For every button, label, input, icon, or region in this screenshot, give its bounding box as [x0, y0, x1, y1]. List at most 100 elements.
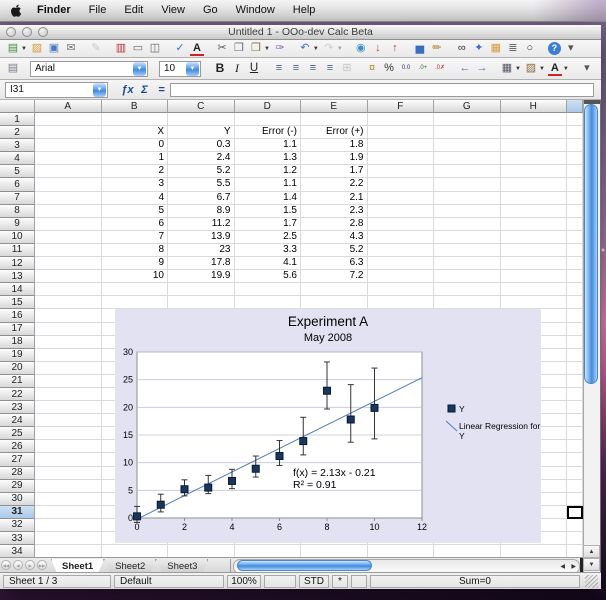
scroll-down-icon[interactable]: ▼: [583, 558, 600, 571]
cell[interactable]: [35, 467, 102, 480]
data-sources-button[interactable]: ≣: [505, 41, 521, 57]
font-color-button[interactable]: A▼: [547, 61, 570, 77]
cell[interactable]: [35, 218, 102, 231]
cell[interactable]: 3.3: [235, 244, 302, 257]
cell[interactable]: 13.9: [168, 231, 235, 244]
cell-cursor[interactable]: [567, 506, 583, 519]
status-slot-7[interactable]: [351, 575, 367, 588]
menu-item-view[interactable]: View: [152, 0, 194, 21]
vertical-split-handle[interactable]: [583, 100, 600, 104]
cell[interactable]: [368, 257, 435, 270]
row-header-9[interactable]: 9: [0, 218, 35, 231]
cell[interactable]: [567, 467, 583, 480]
cell[interactable]: [434, 218, 501, 231]
cell[interactable]: [102, 113, 169, 126]
cell[interactable]: [168, 283, 235, 296]
cell[interactable]: 8: [102, 244, 169, 257]
cell[interactable]: [567, 375, 583, 388]
cell[interactable]: [567, 218, 583, 231]
cell[interactable]: [35, 113, 102, 126]
cell[interactable]: 1.4: [235, 192, 302, 205]
align-justify-button[interactable]: ≡: [322, 61, 338, 77]
cell[interactable]: [368, 296, 435, 309]
row-header-27[interactable]: 27: [0, 453, 35, 466]
cell[interactable]: [434, 165, 501, 178]
select-all-corner[interactable]: [0, 100, 35, 113]
cell[interactable]: [35, 336, 102, 349]
cell[interactable]: [501, 192, 568, 205]
cell[interactable]: [434, 231, 501, 244]
name-box-dropdown-icon[interactable]: ▼: [93, 83, 106, 97]
paste-dropdown-icon[interactable]: ▼: [264, 46, 270, 52]
row-header-20[interactable]: 20: [0, 362, 35, 375]
borders-dropdown-icon[interactable]: ▼: [515, 66, 521, 72]
row-header-28[interactable]: 28: [0, 467, 35, 480]
row-header-10[interactable]: 10: [0, 231, 35, 244]
add-decimal-place-button[interactable]: .0+: [415, 61, 431, 77]
row-header-29[interactable]: 29: [0, 480, 35, 493]
new-document-dropdown-icon[interactable]: ▼: [21, 46, 27, 52]
cell[interactable]: [434, 283, 501, 296]
cell[interactable]: 0: [102, 139, 169, 152]
cell[interactable]: [35, 165, 102, 178]
status-page-style[interactable]: Default: [114, 575, 224, 588]
cell[interactable]: [567, 152, 583, 165]
cell[interactable]: [35, 362, 102, 375]
cell[interactable]: [35, 532, 102, 545]
horizontal-split-handle[interactable]: [580, 558, 583, 573]
cell[interactable]: 7.2: [301, 270, 368, 283]
cell[interactable]: [368, 113, 435, 126]
cell[interactable]: [567, 414, 583, 427]
cell[interactable]: [434, 192, 501, 205]
cell[interactable]: [301, 113, 368, 126]
cell[interactable]: [368, 126, 435, 139]
cell[interactable]: [501, 126, 568, 139]
cell[interactable]: [35, 388, 102, 401]
cell[interactable]: 19.9: [168, 270, 235, 283]
cell[interactable]: [368, 231, 435, 244]
delete-decimal-place-button[interactable]: .0✗: [432, 61, 448, 77]
cell[interactable]: [368, 192, 435, 205]
row-header-19[interactable]: 19: [0, 349, 35, 362]
cell[interactable]: [368, 165, 435, 178]
cell[interactable]: [501, 178, 568, 191]
cell[interactable]: [35, 309, 102, 322]
column-header-e[interactable]: E: [301, 100, 368, 113]
vertical-scrollbar-thumb[interactable]: [584, 104, 598, 384]
row-header-14[interactable]: 14: [0, 283, 35, 296]
help-button[interactable]: ?: [547, 41, 562, 57]
cell[interactable]: [35, 506, 102, 519]
cell[interactable]: [35, 493, 102, 506]
cell[interactable]: 1.5: [235, 205, 302, 218]
cell[interactable]: 1.7: [301, 165, 368, 178]
sort-descending-button[interactable]: ↑: [387, 41, 403, 57]
cell[interactable]: [434, 178, 501, 191]
cell[interactable]: [501, 270, 568, 283]
cell[interactable]: [501, 113, 568, 126]
row-header-15[interactable]: 15: [0, 296, 35, 309]
menu-item-edit[interactable]: Edit: [115, 0, 152, 21]
status-zoom-level[interactable]: 100%: [227, 575, 261, 588]
cell[interactable]: 1.1: [235, 178, 302, 191]
cell[interactable]: [567, 336, 583, 349]
save-button[interactable]: ▣: [46, 41, 62, 57]
italic-button[interactable]: I: [229, 61, 245, 77]
cell[interactable]: X: [102, 126, 169, 139]
cell[interactable]: [35, 296, 102, 309]
cell[interactable]: [168, 296, 235, 309]
cell[interactable]: 7: [102, 231, 169, 244]
row-header-25[interactable]: 25: [0, 427, 35, 440]
status-insert-mode[interactable]: STD: [299, 575, 329, 588]
row-header-21[interactable]: 21: [0, 375, 35, 388]
cell[interactable]: [567, 270, 583, 283]
cell[interactable]: [235, 545, 302, 557]
cell[interactable]: [35, 192, 102, 205]
cell[interactable]: [501, 231, 568, 244]
cell[interactable]: [35, 440, 102, 453]
cell[interactable]: [35, 126, 102, 139]
cell[interactable]: [368, 545, 435, 557]
align-right-button[interactable]: ≡: [305, 61, 321, 77]
row-header-3[interactable]: 3: [0, 139, 35, 152]
cell[interactable]: 5.5: [168, 178, 235, 191]
column-header-h[interactable]: H: [501, 100, 568, 113]
